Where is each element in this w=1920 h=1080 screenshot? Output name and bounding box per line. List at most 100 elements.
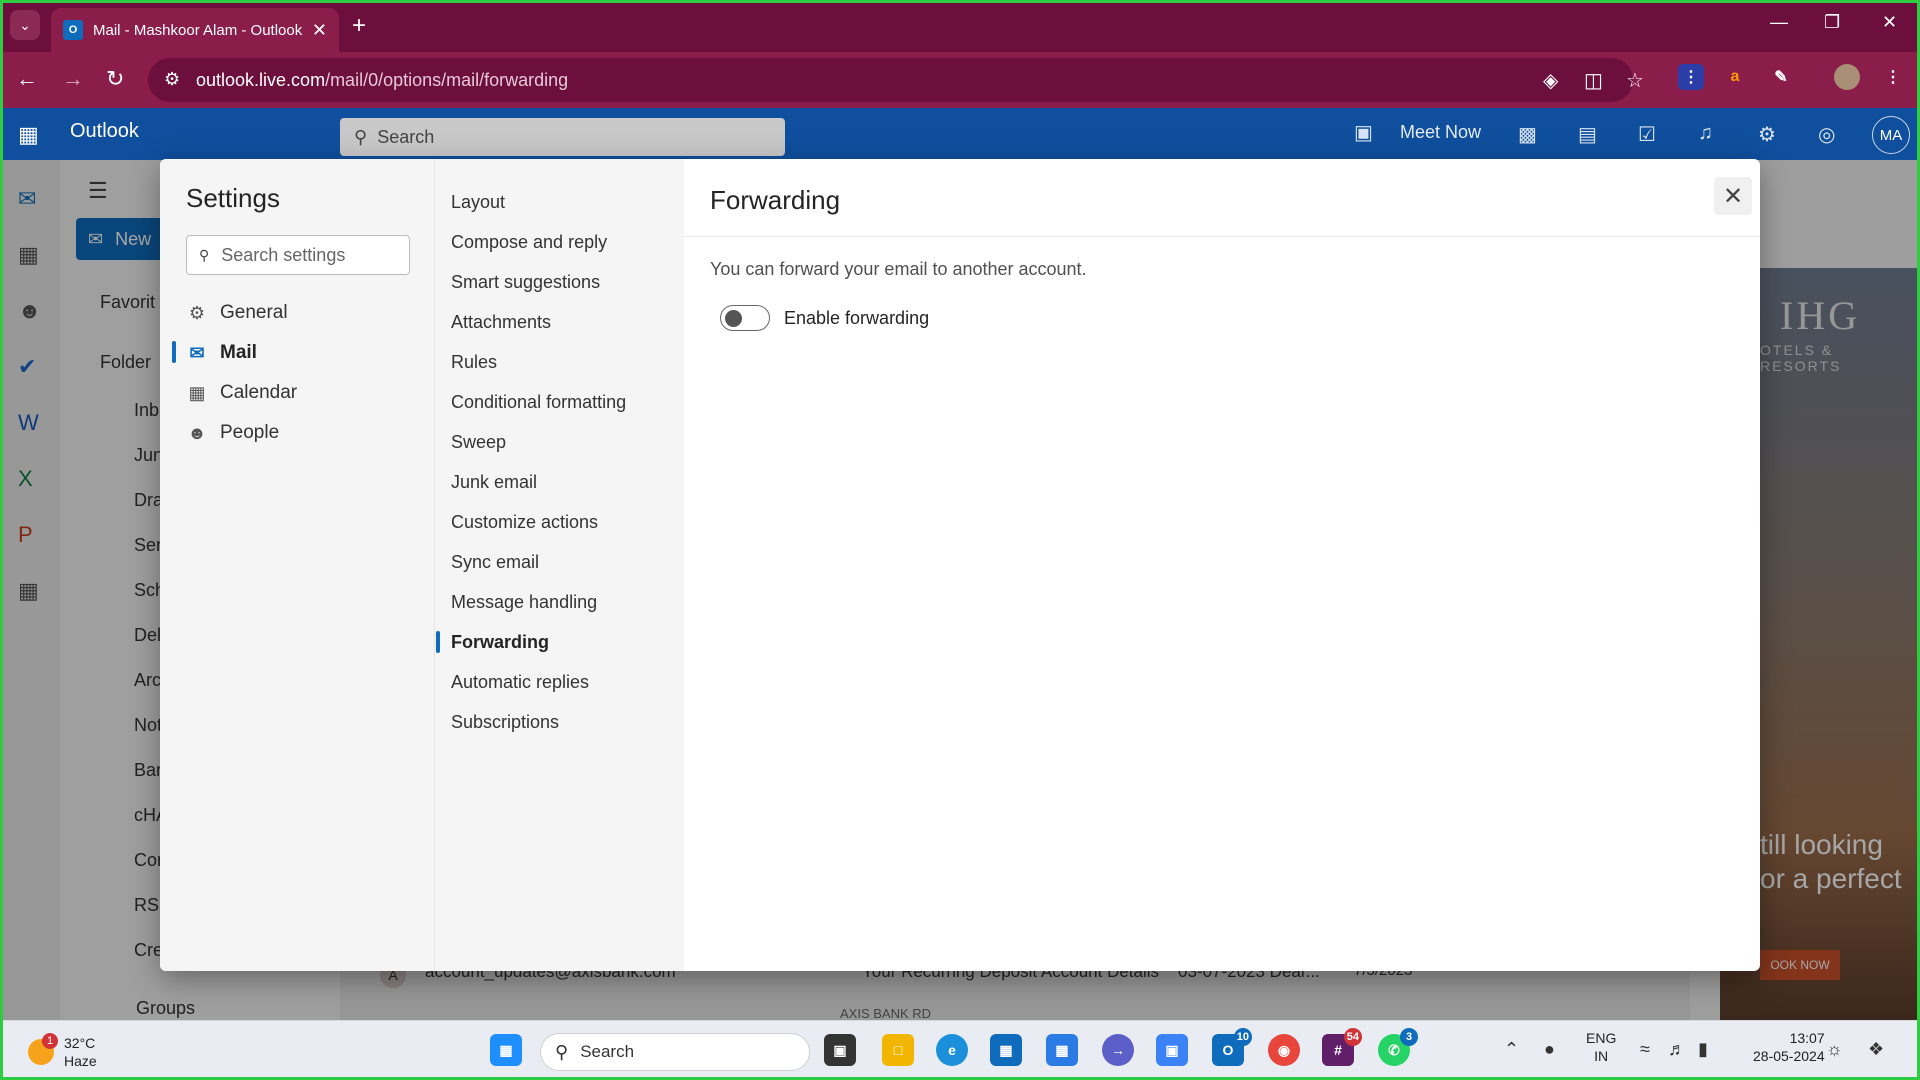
edge-icon[interactable]: e — [936, 1034, 968, 1066]
category-calendar[interactable]: ▦ Calendar — [186, 382, 297, 404]
weather-condition: Haze — [64, 1053, 97, 1069]
tab-close-icon[interactable]: ✕ — [312, 20, 327, 41]
section-layout[interactable]: Layout — [451, 192, 505, 213]
back-icon[interactable]: ← — [16, 66, 38, 92]
volume-icon[interactable]: ♬ — [1668, 1039, 1686, 1060]
section-subscriptions[interactable]: Subscriptions — [451, 712, 559, 733]
input-language[interactable]: ENG IN — [1586, 1029, 1616, 1065]
people-icon: ☻ — [187, 422, 207, 443]
category-general[interactable]: ⚙ General — [186, 302, 288, 324]
app-circle-icon[interactable]: → — [1102, 1034, 1134, 1066]
page-title: Forwarding — [710, 185, 841, 215]
enable-forwarding-toggle[interactable] — [720, 305, 770, 331]
show-hidden-icons-chevron-icon[interactable]: ⌃ — [1504, 1039, 1519, 1060]
tips-lightbulb-icon[interactable]: ◎ — [1818, 122, 1835, 147]
profile-avatar[interactable] — [1834, 64, 1860, 90]
calendar-icon: ▦ — [188, 382, 206, 403]
bookmark-star-icon[interactable]: ☆ — [1626, 68, 1644, 93]
microphone-icon[interactable]: ● — [1544, 1039, 1555, 1060]
language-code: ENG — [1586, 1030, 1617, 1046]
category-label: General — [220, 302, 288, 323]
focus-assist-icon[interactable]: ☼ — [1826, 1039, 1843, 1060]
section-conditional-formatting[interactable]: Conditional formatting — [451, 392, 626, 413]
install-app-icon[interactable]: ◫ — [1584, 68, 1603, 93]
reload-icon[interactable]: ↻ — [106, 66, 124, 92]
section-attachments[interactable]: Attachments — [451, 312, 551, 333]
section-smart-suggestions[interactable]: Smart suggestions — [451, 272, 600, 293]
section-automatic-replies[interactable]: Automatic replies — [451, 672, 589, 693]
battery-icon[interactable]: ▮ — [1698, 1039, 1708, 1060]
taskbar-search[interactable]: ⚲ Search — [540, 1033, 810, 1071]
section-rules[interactable]: Rules — [451, 352, 497, 373]
copilot-icon[interactable]: ❖ — [1868, 1039, 1884, 1060]
app-launcher-icon[interactable]: ▦ — [18, 122, 39, 148]
extensions-puzzle-icon[interactable]: ✎ — [1768, 64, 1794, 90]
settings-search-input[interactable]: ⚲ Search settings — [186, 235, 410, 275]
forwarding-description: You can forward your email to another ac… — [710, 259, 1087, 279]
gear-icon: ⚙ — [188, 302, 206, 323]
slack-unread-badge: 54 — [1343, 1028, 1362, 1046]
enable-forwarding-label[interactable]: Enable forwarding — [784, 308, 929, 329]
browser-toolbar: ← → ↻ ⚙ outlook.live.com/mail/0/options/… — [0, 52, 1920, 108]
section-forwarding[interactable]: Forwarding — [451, 632, 549, 653]
remote-app-icon[interactable]: ▣ — [1156, 1034, 1188, 1066]
app-icon[interactable]: ▦ — [1046, 1034, 1078, 1066]
browser-tab-outlook[interactable]: O Mail - Mashkoor Alam - Outlook ✕ — [51, 8, 339, 52]
outlook-taskbar-icon[interactable]: O 10 — [1212, 1028, 1252, 1066]
minimize-icon[interactable]: — — [1770, 12, 1788, 33]
browser-menu-icon[interactable]: ⋮ — [1880, 64, 1906, 90]
onenote-icon[interactable]: ▤ — [1578, 122, 1597, 147]
section-sync-email[interactable]: Sync email — [451, 552, 539, 573]
mail-search-placeholder: Search — [377, 126, 435, 147]
wifi-icon[interactable]: ≈ — [1640, 1039, 1650, 1060]
settings-categories-pane: Settings ⚲ Search settings ⚙ General ✉ M… — [160, 159, 434, 971]
site-info-icon[interactable]: ⚙ — [164, 69, 180, 90]
whatsapp-unread-badge: 3 — [1400, 1028, 1418, 1046]
address-bar[interactable]: ⚙ outlook.live.com/mail/0/options/mail/f… — [148, 58, 1644, 102]
account-avatar[interactable]: MA — [1872, 116, 1910, 154]
meet-now-button[interactable]: Meet Now — [1400, 122, 1481, 143]
settings-gear-icon[interactable]: ⚙ — [1758, 122, 1776, 147]
chrome-icon[interactable]: ◉ — [1268, 1034, 1300, 1066]
whatsapp-icon[interactable]: ✆ 3 — [1378, 1028, 1418, 1066]
mail-search-box[interactable]: ⚲ Search — [340, 118, 785, 156]
file-explorer-icon[interactable]: □ — [882, 1034, 914, 1066]
section-message-handling[interactable]: Message handling — [451, 592, 597, 613]
todo-icon[interactable]: ☑ — [1638, 122, 1656, 147]
extension-icon[interactable]: ⋮ — [1678, 64, 1704, 90]
lens-icon[interactable]: ◈ — [1543, 68, 1558, 93]
start-windows-icon[interactable]: ▦ — [490, 1034, 522, 1066]
settings-dialog: Settings ⚲ Search settings ⚙ General ✉ M… — [160, 159, 1760, 971]
close-settings-button[interactable]: ✕ — [1714, 177, 1752, 215]
section-sweep[interactable]: Sweep — [451, 432, 506, 453]
close-window-icon[interactable]: ✕ — [1882, 12, 1897, 33]
search-icon: ⚲ — [354, 126, 368, 147]
teams-icon[interactable]: ▩ — [1518, 122, 1537, 147]
category-label: People — [220, 422, 280, 443]
slack-icon[interactable]: #54 — [1322, 1028, 1362, 1066]
forwarding-content-pane: Forwarding ✕ You can forward your email … — [684, 159, 1760, 971]
region-code: IN — [1594, 1048, 1609, 1064]
weather-widget[interactable]: 1 32°C Haze — [24, 1031, 134, 1071]
settings-title: Settings — [186, 183, 280, 213]
amazon-extension-icon[interactable]: a — [1722, 64, 1748, 90]
restore-icon[interactable]: ❐ — [1824, 12, 1840, 33]
video-camera-icon[interactable]: ▣ — [1354, 120, 1373, 145]
section-junk-email[interactable]: Junk email — [451, 472, 537, 493]
settings-search-placeholder: Search settings — [221, 244, 346, 265]
store-icon[interactable]: ▦ — [990, 1034, 1022, 1066]
new-tab-button[interactable]: + — [352, 12, 366, 40]
system-clock[interactable]: 13:07 28-05-2024 — [1753, 1029, 1825, 1065]
outlook-brand[interactable]: Outlook — [70, 120, 139, 143]
notifications-bell-icon[interactable]: ♫ — [1698, 122, 1713, 145]
category-people[interactable]: ☻ People — [186, 422, 280, 444]
task-view-icon[interactable]: ▣ — [824, 1034, 856, 1066]
section-customize-actions[interactable]: Customize actions — [451, 512, 598, 533]
windows-taskbar: 1 32°C Haze ▦ ⚲ Search ▣ □ e ▦ ▦ → ▣ O 10… — [0, 1020, 1920, 1080]
tab-search-button[interactable]: ⌄ — [10, 10, 40, 40]
category-label: Mail — [220, 342, 257, 363]
category-mail[interactable]: ✉ Mail — [186, 342, 257, 364]
section-compose-and-reply[interactable]: Compose and reply — [451, 232, 607, 253]
url-path: /mail/0/options/mail/forwarding — [325, 70, 569, 90]
forward-icon[interactable]: → — [62, 66, 84, 92]
